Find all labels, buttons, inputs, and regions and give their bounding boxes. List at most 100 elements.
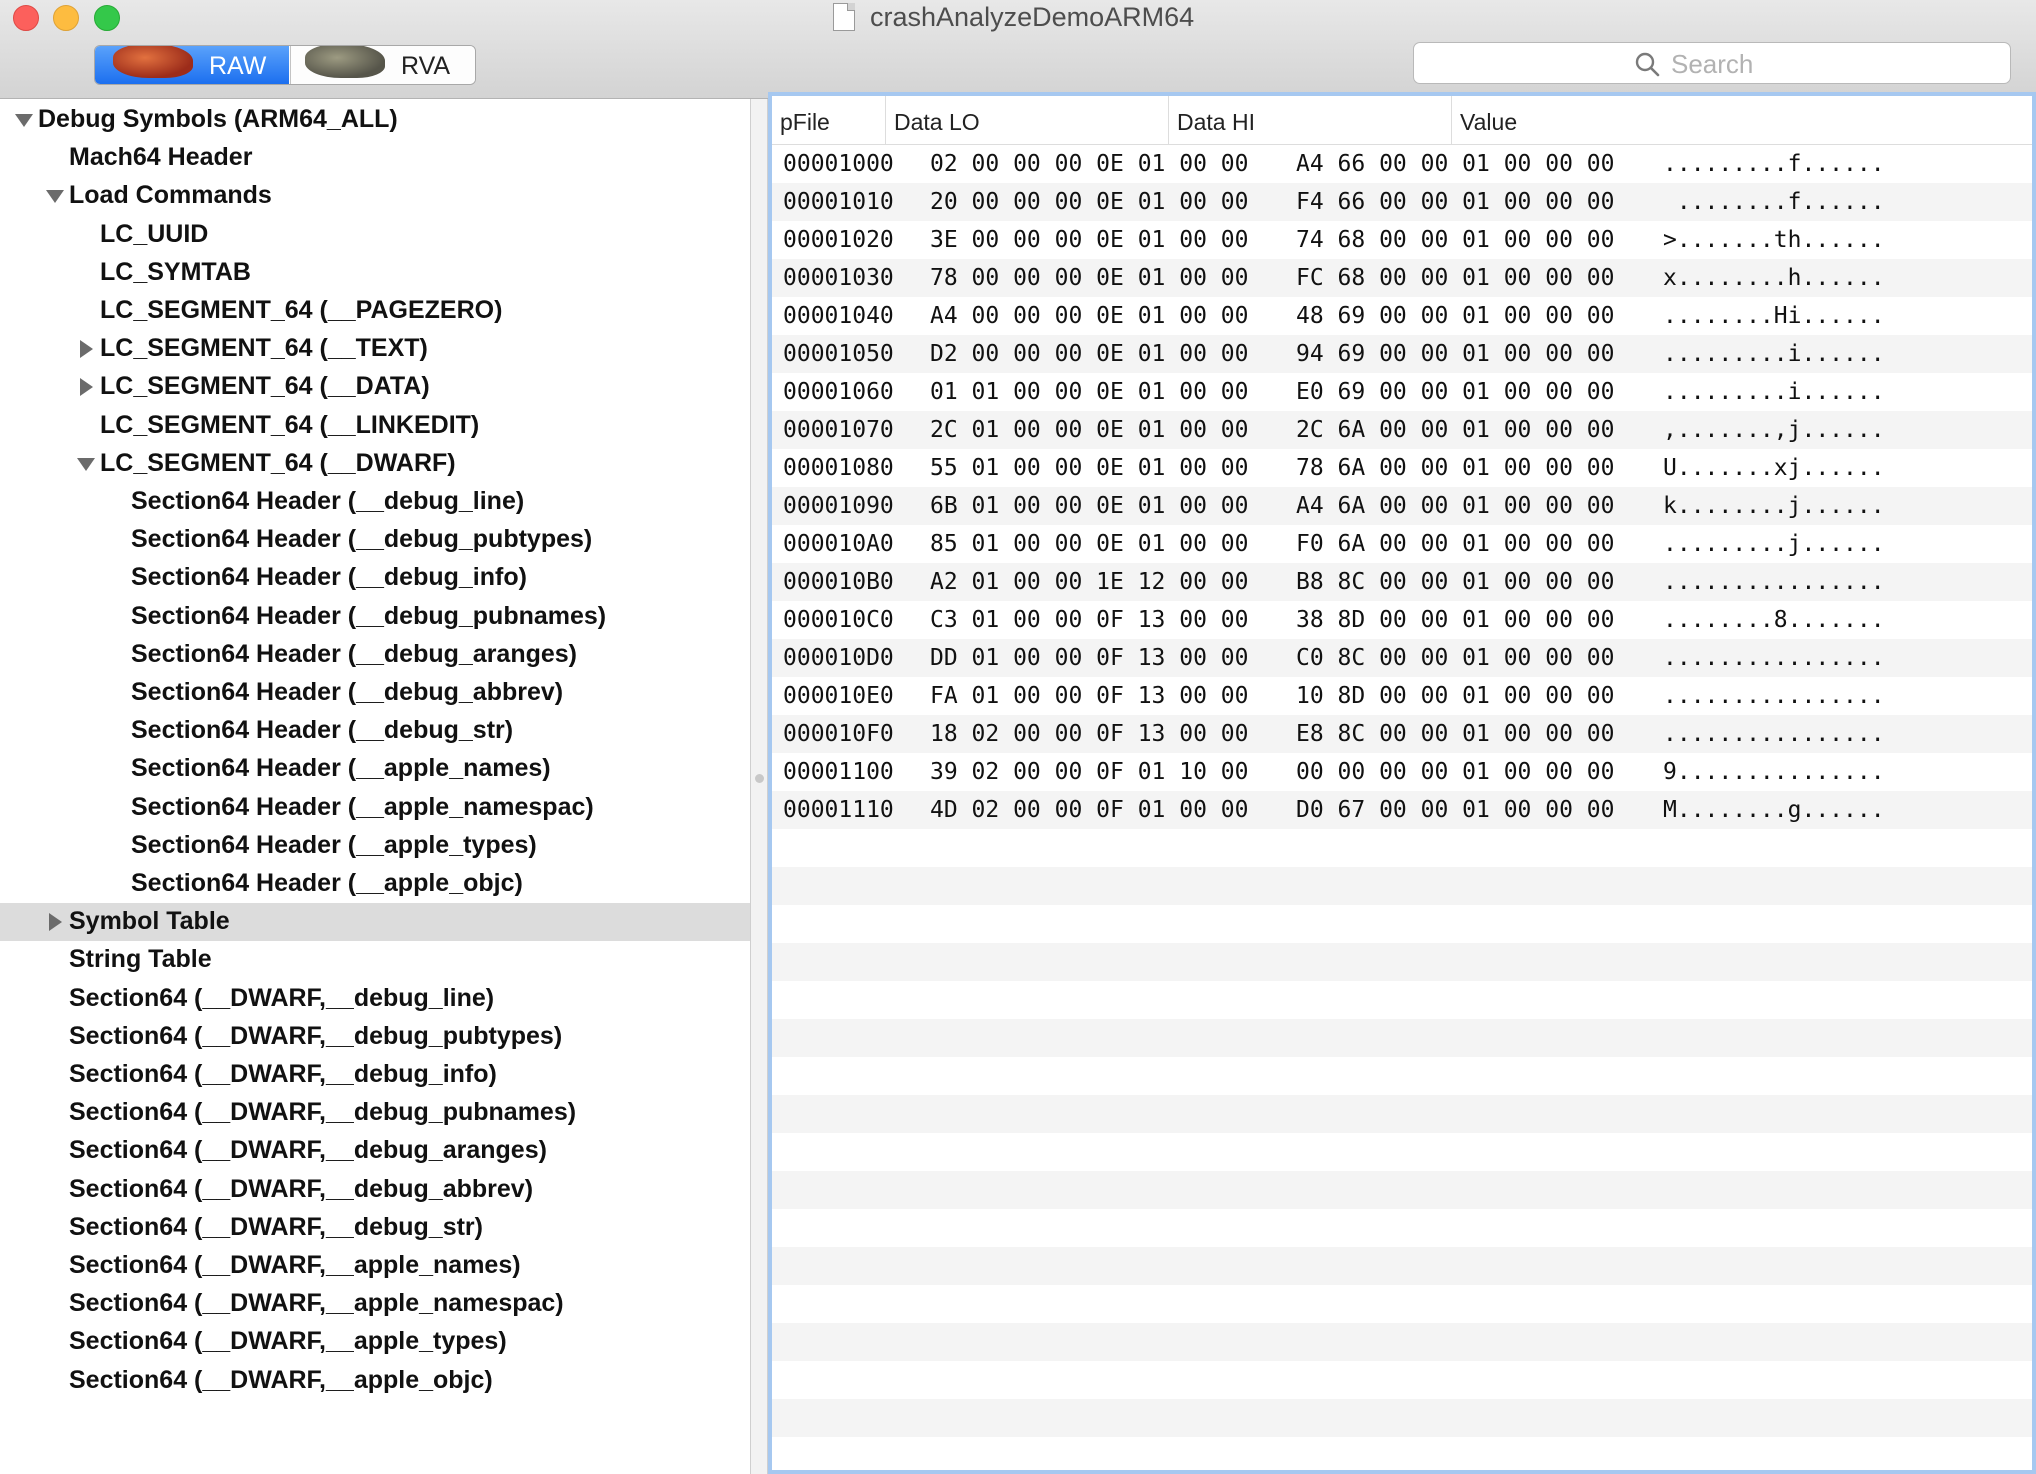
tree-item[interactable]: Section64 (__DWARF,__debug_str) <box>0 1209 750 1247</box>
cell-data-lo: 3E 00 00 00 0E 01 00 00 <box>930 227 1249 253</box>
tree-item[interactable]: Section64 (__DWARF,__apple_objc) <box>0 1362 750 1400</box>
tree-item[interactable]: LC_SYMTAB <box>0 254 750 292</box>
cell-data-lo: 2C 01 00 00 0E 01 00 00 <box>930 417 1249 443</box>
tree-item[interactable]: Section64 Header (__debug_line) <box>0 483 750 521</box>
table-row[interactable]: 00001040 A4 00 00 00 0E 01 00 00 48 69 00 … <box>772 297 2032 335</box>
table-row[interactable]: 00001100 39 02 00 00 0F 01 10 00 00 00 00 … <box>772 753 2032 791</box>
cell-value: x........h...... <box>1663 265 1885 291</box>
search-field[interactable] <box>1413 42 2011 84</box>
column-header-data-hi[interactable]: Data HI <box>1169 96 1452 144</box>
table-row[interactable]: 000010C0 C3 01 00 00 0F 13 00 00 38 8D 00 … <box>772 601 2032 639</box>
tree-item[interactable]: Section64 (__DWARF,__debug_pubnames) <box>0 1094 750 1132</box>
tree-item-label: Section64 (__DWARF,__debug_line) <box>69 983 495 1012</box>
tree-item[interactable]: Section64 Header (__apple_namespac) <box>0 789 750 827</box>
tree-item-label: Section64 Header (__debug_line) <box>131 487 525 515</box>
tree-item-label: Section64 Header (__debug_str) <box>131 716 514 745</box>
tree-item[interactable]: Section64 Header (__debug_pubnames) <box>0 598 750 636</box>
disclosure-collapsed-icon[interactable] <box>76 337 96 361</box>
cell-pfile: 00001110 <box>783 797 894 823</box>
table-row[interactable]: 000010E0 FA 01 00 00 0F 13 00 00 10 8D 00 … <box>772 677 2032 715</box>
tree-item[interactable]: LC_SEGMENT_64 (__TEXT) <box>0 330 750 368</box>
empty-table-row <box>772 1361 2032 1399</box>
search-input[interactable] <box>1669 45 1993 83</box>
tree-item[interactable]: Section64 (__DWARF,__debug_line) <box>0 980 750 1018</box>
tree-item[interactable]: Section64 Header (__apple_names) <box>0 750 750 788</box>
tree-item[interactable]: Section64 Header (__debug_str) <box>0 712 750 750</box>
tree-item[interactable]: LC_SEGMENT_64 (__LINKEDIT) <box>0 407 750 445</box>
split-view-divider[interactable] <box>750 99 768 1474</box>
tree-item[interactable]: Section64 (__DWARF,__debug_aranges) <box>0 1132 750 1170</box>
table-row[interactable]: 00001010 20 00 00 00 0E 01 00 00 F4 66 00 … <box>772 183 2032 221</box>
empty-table-row <box>772 1209 2032 1247</box>
column-header-value[interactable]: Value <box>1452 96 2032 144</box>
cell-data-hi: B8 8C 00 00 01 00 00 00 <box>1296 569 1615 595</box>
tree-item[interactable]: LC_SEGMENT_64 (__PAGEZERO) <box>0 292 750 330</box>
tree-item[interactable]: Section64 (__DWARF,__apple_namespac) <box>0 1285 750 1323</box>
tree-item[interactable]: Mach64 Header <box>0 139 750 177</box>
tree-item[interactable]: Section64 (__DWARF,__debug_pubtypes) <box>0 1018 750 1056</box>
empty-table-row <box>772 981 2032 1019</box>
tree-item[interactable]: LC_UUID <box>0 216 750 254</box>
zoom-window-button[interactable] <box>94 5 120 31</box>
tree-item[interactable]: Section64 Header (__debug_info) <box>0 559 750 597</box>
tree-item[interactable]: Section64 Header (__apple_objc) <box>0 865 750 903</box>
tree-item-label: Section64 Header (__apple_objc) <box>131 869 523 897</box>
disclosure-collapsed-icon[interactable] <box>45 910 65 934</box>
divider-handle[interactable] <box>755 774 764 783</box>
empty-table-row <box>772 1437 2032 1470</box>
disclosure-expanded-icon[interactable] <box>45 184 65 208</box>
table-row[interactable]: 000010B0 A2 01 00 00 1E 12 00 00 B8 8C 00 … <box>772 563 2032 601</box>
tree-item[interactable]: Section64 Header (__apple_types) <box>0 827 750 865</box>
tree-item-label: Section64 (__DWARF,__apple_names) <box>69 1251 521 1279</box>
disclosure-collapsed-icon[interactable] <box>76 375 96 399</box>
column-header-pfile[interactable]: pFile <box>772 96 886 144</box>
tree-item-label: Load Commands <box>69 181 272 210</box>
table-row[interactable]: 00001110 4D 02 00 00 0F 01 00 00 D0 67 00 … <box>772 791 2032 829</box>
tree-item[interactable]: LC_SEGMENT_64 (__DATA) <box>0 368 750 406</box>
tree-item[interactable]: Section64 Header (__debug_aranges) <box>0 636 750 674</box>
table-row[interactable]: 00001080 55 01 00 00 0E 01 00 00 78 6A 00 … <box>772 449 2032 487</box>
disclosure-expanded-icon[interactable] <box>14 108 34 132</box>
tree-item[interactable]: Debug Symbols (ARM64_ALL) <box>0 101 750 139</box>
tree-item[interactable]: String Table <box>0 941 750 979</box>
cell-value: ........f...... <box>1663 189 1885 215</box>
raw-mode-button[interactable]: RAW <box>95 46 289 84</box>
tree-item[interactable]: Section64 Header (__debug_pubtypes) <box>0 521 750 559</box>
table-row[interactable]: 00001060 01 01 00 00 0E 01 00 00 E0 69 00 … <box>772 373 2032 411</box>
table-row[interactable]: 000010D0 DD 01 00 00 0F 13 00 00 C0 8C 00 … <box>772 639 2032 677</box>
table-row[interactable]: 00001070 2C 01 00 00 0E 01 00 00 2C 6A 00 … <box>772 411 2032 449</box>
tree-item[interactable]: Load Commands <box>0 177 750 215</box>
table-row[interactable]: 00001090 6B 01 00 00 0E 01 00 00 A4 6A 00 … <box>772 487 2032 525</box>
cell-value: ................ <box>1663 569 1885 595</box>
tree-item[interactable]: Section64 (__DWARF,__debug_abbrev) <box>0 1171 750 1209</box>
table-row[interactable]: 00001020 3E 00 00 00 0E 01 00 00 74 68 00 … <box>772 221 2032 259</box>
table-row[interactable]: 00001030 78 00 00 00 0E 01 00 00 FC 68 00 … <box>772 259 2032 297</box>
table-row[interactable]: 00001000 02 00 00 00 0E 01 00 00 A4 66 00 … <box>772 145 2032 183</box>
column-header-data-lo[interactable]: Data LO <box>886 96 1169 144</box>
empty-table-row <box>772 905 2032 943</box>
table-row[interactable]: 000010A0 85 01 00 00 0E 01 00 00 F0 6A 00 … <box>772 525 2032 563</box>
cell-data-lo: DD 01 00 00 0F 13 00 00 <box>930 645 1249 671</box>
cell-data-hi: C0 8C 00 00 01 00 00 00 <box>1296 645 1615 671</box>
table-row[interactable]: 00001050 D2 00 00 00 0E 01 00 00 94 69 00 … <box>772 335 2032 373</box>
cell-data-lo: A4 00 00 00 0E 01 00 00 <box>930 303 1249 329</box>
tree-item[interactable]: Section64 (__DWARF,__apple_names) <box>0 1247 750 1285</box>
cell-data-lo: 4D 02 00 00 0F 01 00 00 <box>930 797 1249 823</box>
tree-item[interactable]: Section64 (__DWARF,__apple_types) <box>0 1323 750 1361</box>
cell-data-hi: 38 8D 00 00 01 00 00 00 <box>1296 607 1615 633</box>
tree-item[interactable]: Section64 Header (__debug_abbrev) <box>0 674 750 712</box>
table-row[interactable]: 000010F0 18 02 00 00 0F 13 00 00 E8 8C 00 … <box>772 715 2032 753</box>
tree-item-label: Section64 Header (__debug_abbrev) <box>131 678 564 706</box>
tree-item-label: Section64 (__DWARF,__debug_pubnames) <box>69 1098 577 1127</box>
rva-mode-button[interactable]: RVA <box>290 46 475 84</box>
tree-item[interactable]: LC_SEGMENT_64 (__DWARF) <box>0 445 750 483</box>
tree-item-label: Section64 (__DWARF,__debug_abbrev) <box>69 1174 534 1203</box>
cell-pfile: 00001030 <box>783 265 894 291</box>
tree-item[interactable]: Section64 (__DWARF,__debug_info) <box>0 1056 750 1094</box>
tree-item[interactable]: Symbol Table <box>0 903 750 942</box>
tree-item-label: LC_SEGMENT_64 (__TEXT) <box>100 334 428 363</box>
disclosure-expanded-icon[interactable] <box>76 452 96 476</box>
minimize-window-button[interactable] <box>53 5 79 31</box>
cell-value: k........j...... <box>1663 493 1885 519</box>
close-window-button[interactable] <box>13 5 39 31</box>
